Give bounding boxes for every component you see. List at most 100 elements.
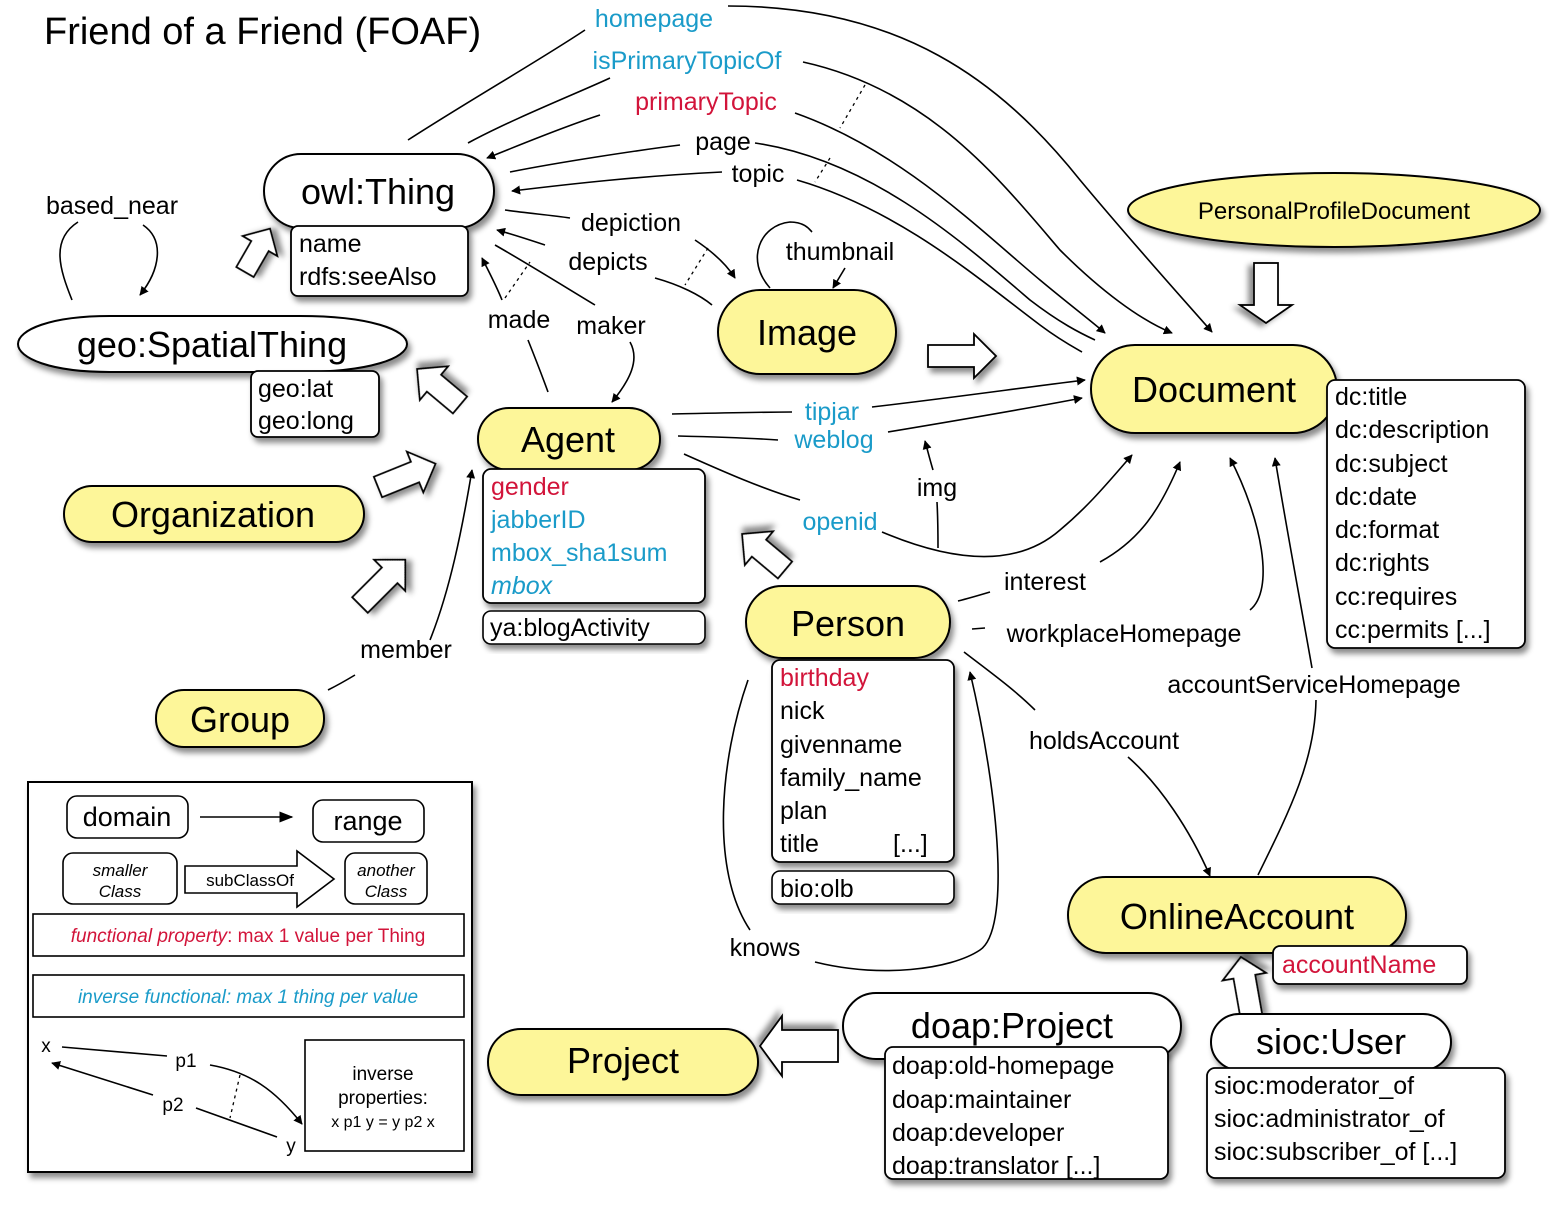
class-label: Project	[567, 1040, 679, 1081]
class-label: doap:Project	[911, 1005, 1113, 1046]
edge-page	[509, 144, 681, 173]
class-label: Document	[1132, 369, 1296, 410]
property: dc:subject	[1335, 450, 1448, 478]
class-group[interactable]: Group	[155, 689, 325, 748]
subclass-arrow-image	[927, 331, 998, 381]
class-document[interactable]: Document dc:title dc:description dc:subj…	[1090, 344, 1526, 649]
property-geo-lat: geo:lat	[258, 375, 333, 403]
legend-inverse-line2: properties:	[338, 1088, 428, 1109]
legend-smaller-class: Class	[99, 882, 142, 901]
class-label: Agent	[521, 419, 615, 460]
edge-based-near	[59, 221, 79, 301]
edge-img-low	[936, 501, 939, 549]
legend-functional-desc: : max 1 value per Thing	[227, 926, 425, 947]
legend-subclassof: subClassOf	[206, 871, 294, 890]
property-geo-long: geo:long	[258, 407, 354, 435]
edge-isprimarytopicof	[467, 77, 611, 144]
subclass-arrow-agent-spatial	[416, 365, 469, 415]
legend-y: y	[286, 1136, 296, 1157]
property-mbox-sha1sum: mbox_sha1sum	[491, 539, 667, 567]
subclass-arrow-spatial-thing	[235, 227, 279, 279]
edge-primarytopic	[486, 114, 601, 160]
edge-member-low	[327, 674, 356, 691]
label-depiction: depiction	[581, 209, 681, 237]
class-geo-spatialthing[interactable]: geo:SpatialThing geo:lat geo:long	[16, 315, 409, 438]
foaf-diagram: Friend of a Friend (FOAF) owl:Thing name…	[16, 5, 1541, 1180]
label-made: made	[488, 306, 551, 334]
label-maker: maker	[576, 312, 645, 340]
legend-inverse-functional: inverse functional: max 1 thing per valu…	[78, 987, 418, 1008]
class-project[interactable]: Project	[487, 1028, 759, 1096]
subclass-arrow-organization	[372, 449, 437, 499]
class-label: Person	[791, 603, 905, 644]
edge-thumbnail-arrow	[832, 267, 846, 289]
label-accountservicehomepage: accountServiceHomepage	[1167, 671, 1460, 699]
edge-weblog-left	[677, 435, 779, 441]
subclass-arrow-group	[350, 558, 407, 615]
class-personal-profile-document[interactable]: PersonalProfileDocument	[1127, 172, 1541, 248]
label-openid: openid	[802, 508, 877, 536]
label-img: img	[917, 474, 957, 502]
inverse-marker-topic	[814, 157, 831, 183]
property: sioc:administrator_of	[1214, 1105, 1445, 1133]
property-family-name: family_name	[780, 764, 922, 792]
label-based-near: based_near	[46, 192, 178, 220]
legend-inverse-line3: x p1 y = y p2 x	[331, 1114, 435, 1131]
legend-p1: p1	[175, 1051, 196, 1072]
label-tipjar: tipjar	[805, 398, 859, 426]
subclass-arrow-ppd	[1237, 262, 1295, 325]
label-thumbnail: thumbnail	[786, 238, 894, 266]
label-page: page	[695, 128, 751, 156]
property-mbox: mbox	[491, 572, 554, 600]
label-interest: interest	[1004, 568, 1086, 596]
edge-accountservice-up	[1271, 457, 1313, 669]
property: doap:maintainer	[892, 1086, 1071, 1114]
edge-tipjar-left	[671, 411, 793, 415]
property: dc:rights	[1335, 549, 1429, 577]
property-title: title	[780, 830, 819, 858]
page-title: Friend of a Friend (FOAF)	[44, 11, 481, 53]
class-agent[interactable]: Agent gender jabberID mbox_sha1sum mbox …	[477, 407, 706, 645]
edge-made-top	[481, 257, 503, 301]
edge-openid-right	[881, 454, 1133, 558]
legend-functional-term: functional property	[71, 926, 229, 947]
class-online-account[interactable]: OnlineAccount accountName	[1067, 876, 1468, 985]
edge-maker	[611, 341, 635, 403]
property: doap:translator [...]	[892, 1152, 1100, 1180]
edge-depicts-right	[654, 277, 713, 306]
property: dc:description	[1335, 416, 1489, 444]
edge-homepage-right	[727, 5, 1213, 333]
edge-made	[527, 339, 549, 393]
edge-depicts	[496, 227, 546, 246]
subclass-arrow-doap-project	[758, 1013, 839, 1079]
label-knows: knows	[730, 934, 801, 962]
inverse-marker-primarytopic	[839, 84, 866, 129]
edge-member	[429, 469, 476, 641]
label-workplacehomepage: workplaceHomepage	[1006, 620, 1242, 648]
class-label: Group	[190, 699, 290, 740]
class-person[interactable]: Person birthday nick givenname family_na…	[745, 585, 955, 905]
legend-smaller: smaller	[93, 861, 149, 880]
edge-accountservice	[1257, 699, 1317, 876]
property-accountname: accountName	[1282, 951, 1436, 979]
legend: domain range smaller Class subClassOf an…	[27, 781, 473, 1173]
class-sioc-user[interactable]: sioc:User sioc:moderator_of sioc:adminis…	[1206, 1013, 1506, 1179]
class-label: owl:Thing	[301, 171, 455, 212]
property-gender: gender	[491, 473, 569, 501]
property-nick: nick	[780, 697, 825, 725]
legend-x: x	[41, 1036, 51, 1057]
label-homepage: homepage	[595, 5, 713, 33]
property: doap:old-homepage	[892, 1052, 1114, 1080]
legend-another: another	[357, 861, 416, 880]
class-owl-thing[interactable]: owl:Thing name rdfs:seeAlso	[263, 153, 495, 297]
class-organization[interactable]: Organization	[63, 485, 365, 543]
edge-topic	[511, 171, 723, 195]
class-image[interactable]: Image	[717, 289, 897, 375]
property-jabberid: jabberID	[490, 506, 586, 534]
subclass-arrow-person	[741, 530, 794, 580]
property-name: name	[299, 230, 362, 258]
inverse-marker-depicts	[684, 247, 709, 286]
legend-range: range	[333, 806, 402, 836]
class-doap-project[interactable]: doap:Project doap:old-homepage doap:main…	[842, 992, 1182, 1180]
legend-p2: p2	[162, 1095, 183, 1116]
